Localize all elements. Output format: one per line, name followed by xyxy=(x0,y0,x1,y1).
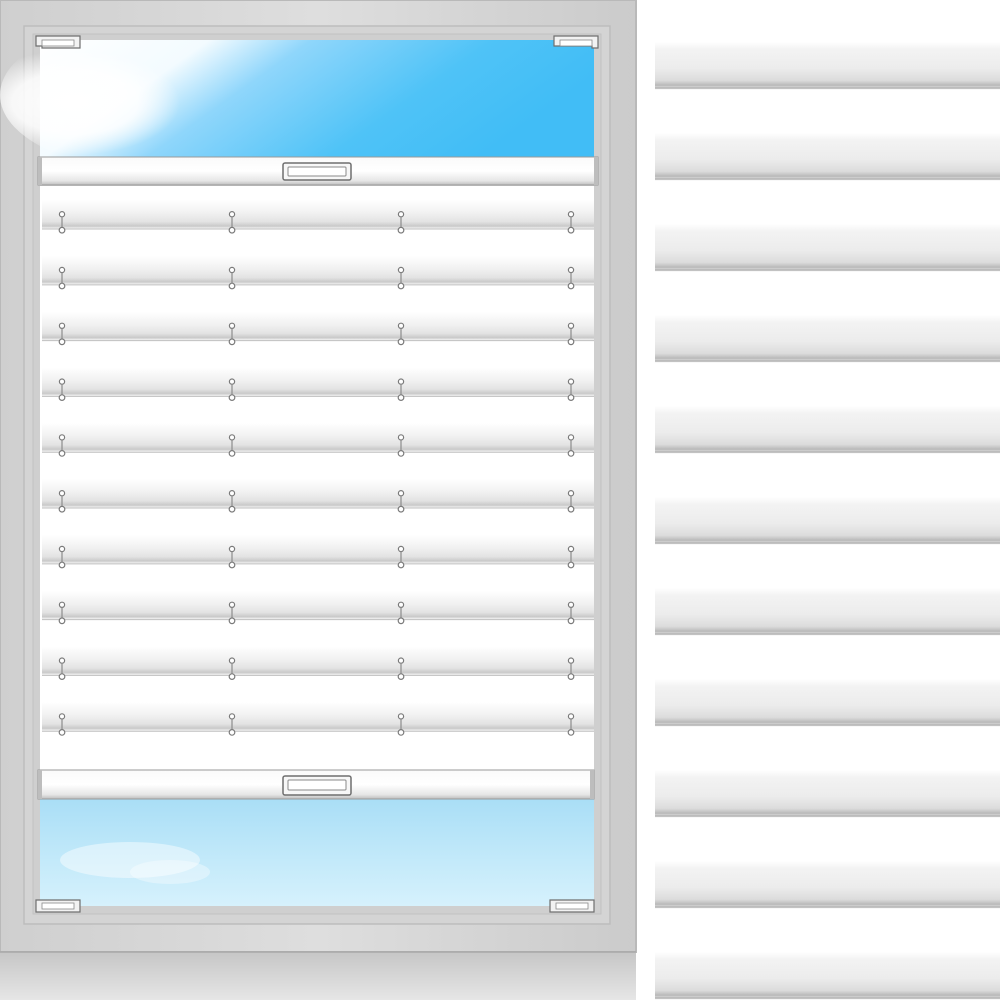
upper-rail[interactable] xyxy=(37,156,599,186)
fabric-detail xyxy=(655,0,1000,1000)
detail-pleat xyxy=(655,861,1000,909)
detail-pleat xyxy=(655,497,1000,545)
pleat xyxy=(42,534,594,564)
window-sill xyxy=(0,951,636,1000)
pleat xyxy=(42,423,594,453)
corner-clip-icon xyxy=(549,899,595,913)
pleat xyxy=(42,702,594,732)
detail-pleat xyxy=(655,588,1000,636)
detail-pleat xyxy=(655,679,1000,727)
lower-rail[interactable] xyxy=(37,769,595,800)
blind-fabric xyxy=(40,186,594,770)
product-scene xyxy=(0,0,1000,1000)
detail-pleat xyxy=(655,224,1000,272)
detail-pleat xyxy=(655,42,1000,90)
corner-clip-icon xyxy=(35,899,81,913)
sky-bottom xyxy=(40,798,594,906)
corner-clip-icon xyxy=(553,35,599,49)
pleat xyxy=(42,646,594,676)
pleat xyxy=(42,311,594,341)
pleat xyxy=(42,200,594,230)
detail-pleat xyxy=(655,406,1000,454)
detail-pleat xyxy=(655,952,1000,1000)
rail-handle-icon[interactable] xyxy=(282,775,352,796)
sky-top xyxy=(0,20,594,170)
detail-pleat xyxy=(655,315,1000,363)
pleat xyxy=(42,255,594,285)
pleat xyxy=(42,367,594,397)
pleat xyxy=(42,479,594,509)
corner-clip-icon xyxy=(35,35,81,49)
detail-pleat xyxy=(655,133,1000,181)
pleat xyxy=(42,590,594,620)
rail-handle-icon[interactable] xyxy=(282,162,352,181)
detail-pleat xyxy=(655,770,1000,818)
